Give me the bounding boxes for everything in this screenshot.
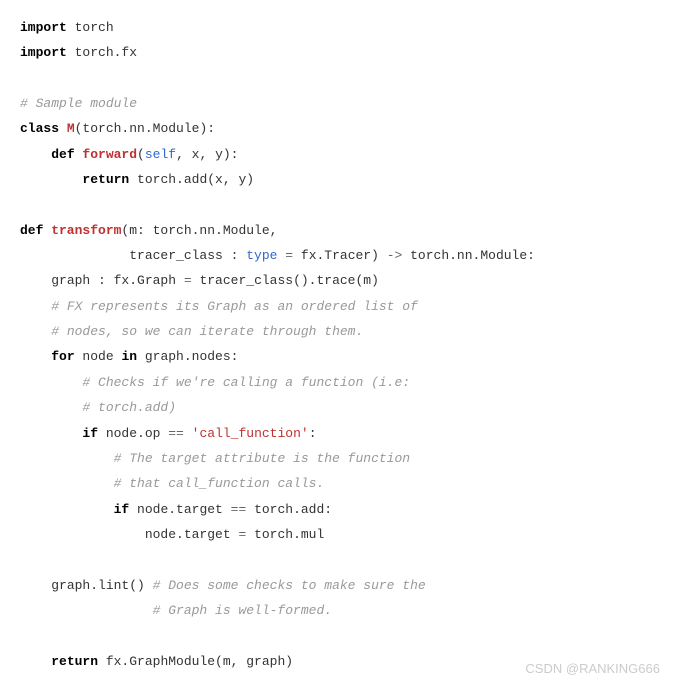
func-name: transform [43,223,121,238]
text: node.target [145,527,239,542]
text [184,426,192,441]
keyword: if [114,502,130,517]
text: torch.add(x, y) [129,172,254,187]
comment: # nodes, so we can iterate through them. [51,324,363,339]
keyword: in [121,349,137,364]
text: torch.fx [67,45,137,60]
comment: # Does some checks to make sure the [153,578,426,593]
text: tracer_class : [129,248,246,263]
comment: # Sample module [20,96,137,111]
operator: = [184,273,192,288]
operator: == [168,426,184,441]
text: graph.nodes: [137,349,238,364]
comment: # Graph is well-formed. [153,603,332,618]
comment: # The target attribute is the function [114,451,410,466]
text: (m: torch.nn.Module, [121,223,277,238]
text: torch.nn.Module: [402,248,535,263]
text: tracer_class().trace(m) [192,273,379,288]
keyword: return [51,654,98,669]
operator: = [285,248,293,263]
keyword: def [20,223,43,238]
keyword: import [20,45,67,60]
text: (torch.nn.Module): [75,121,215,136]
text: torch.add: [246,502,332,517]
comment: # FX represents its Graph as an ordered … [51,299,418,314]
keyword: return [82,172,129,187]
func-name: forward [75,147,137,162]
text: , x, y): [176,147,238,162]
text: fx.GraphModule(m, graph) [98,654,293,669]
keyword: class [20,121,59,136]
keyword: def [51,147,74,162]
class-name: M [59,121,75,136]
text: torch.mul [246,527,324,542]
keyword: for [51,349,74,364]
text: node.op [98,426,168,441]
code-block: import torch import torch.fx # Sample mo… [20,15,660,674]
text: : [309,426,317,441]
comment: # that call_function calls. [114,476,325,491]
text: node.target [129,502,230,517]
comment: # torch.add) [82,400,176,415]
text: graph.lint() [51,578,152,593]
operator: == [231,502,247,517]
text: node [75,349,122,364]
comment: # Checks if we're calling a function (i.… [82,375,410,390]
string: 'call_function' [192,426,309,441]
keyword: if [82,426,98,441]
text: fx.Tracer) [293,248,387,263]
text: ( [137,147,145,162]
builtin: type [246,248,277,263]
operator: -> [387,248,403,263]
text: torch [67,20,114,35]
keyword: import [20,20,67,35]
builtin: self [145,147,176,162]
text: graph : fx.Graph [51,273,184,288]
